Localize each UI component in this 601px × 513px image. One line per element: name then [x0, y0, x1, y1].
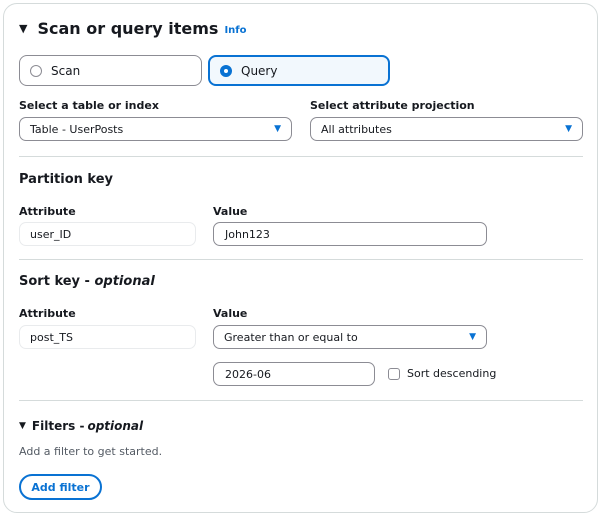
scan-label: Scan — [51, 63, 81, 78]
partition-value-label: Value — [213, 205, 248, 218]
projection-select[interactable]: All attributes ▼ — [310, 117, 583, 141]
sort-value-label: Value — [213, 307, 248, 320]
scan-radio[interactable] — [30, 64, 42, 77]
partition-attribute-label: Attribute — [19, 205, 76, 218]
sort-key-heading-text: Sort key - — [19, 274, 95, 289]
panel-title: Scan or query items — [37, 19, 219, 38]
sort-condition-value: Greater than or equal to — [224, 330, 358, 344]
sort-attribute-field: post_TS — [19, 325, 196, 349]
query-radio[interactable] — [220, 64, 232, 77]
filters-heading: Filters - — [31, 419, 85, 433]
projection-select-label: Select attribute projection — [310, 99, 475, 112]
optional-label: optional — [94, 274, 155, 289]
partition-value-input[interactable]: John123 — [213, 222, 487, 246]
sort-value-input[interactable]: 2026-06 — [213, 362, 375, 386]
caret-down-icon: ▼ — [19, 421, 26, 431]
optional-label: optional — [87, 419, 144, 433]
panel-header[interactable]: ▼ Scan or query items Info — [19, 19, 247, 38]
table-select-value: Table - UserPosts — [30, 122, 124, 136]
scan-option[interactable]: Scan — [19, 55, 202, 86]
dropdown-arrow-icon: ▼ — [565, 124, 572, 134]
caret-down-icon: ▼ — [19, 22, 28, 35]
divider — [19, 156, 583, 157]
sort-attribute-label: Attribute — [19, 307, 76, 320]
query-option[interactable]: Query — [208, 55, 390, 86]
add-filter-button[interactable]: Add filter — [19, 474, 102, 500]
projection-select-value: All attributes — [321, 122, 392, 136]
partition-key-heading: Partition key — [19, 172, 114, 187]
query-label: Query — [241, 63, 278, 78]
sort-descending-label: Sort descending — [407, 367, 497, 380]
partition-value-text: John123 — [225, 227, 270, 241]
info-link[interactable]: Info — [224, 25, 246, 36]
dropdown-arrow-icon: ▼ — [274, 124, 281, 134]
table-select[interactable]: Table - UserPosts ▼ — [19, 117, 292, 141]
dropdown-arrow-icon: ▼ — [469, 332, 476, 342]
sort-attribute-value: post_TS — [30, 330, 73, 344]
filters-hint: Add a filter to get started. — [19, 445, 163, 458]
sort-key-heading: Sort key - optional — [19, 274, 155, 289]
partition-attribute-value: user_ID — [30, 227, 72, 241]
table-select-label: Select a table or index — [19, 99, 159, 112]
sort-value-text: 2026-06 — [225, 367, 271, 381]
partition-attribute-field: user_ID — [19, 222, 196, 246]
filters-header[interactable]: ▼ Filters - optional — [19, 419, 143, 433]
divider — [19, 259, 583, 260]
sort-condition-select[interactable]: Greater than or equal to ▼ — [213, 325, 487, 349]
sort-descending-checkbox[interactable] — [388, 368, 400, 380]
divider — [19, 400, 583, 401]
